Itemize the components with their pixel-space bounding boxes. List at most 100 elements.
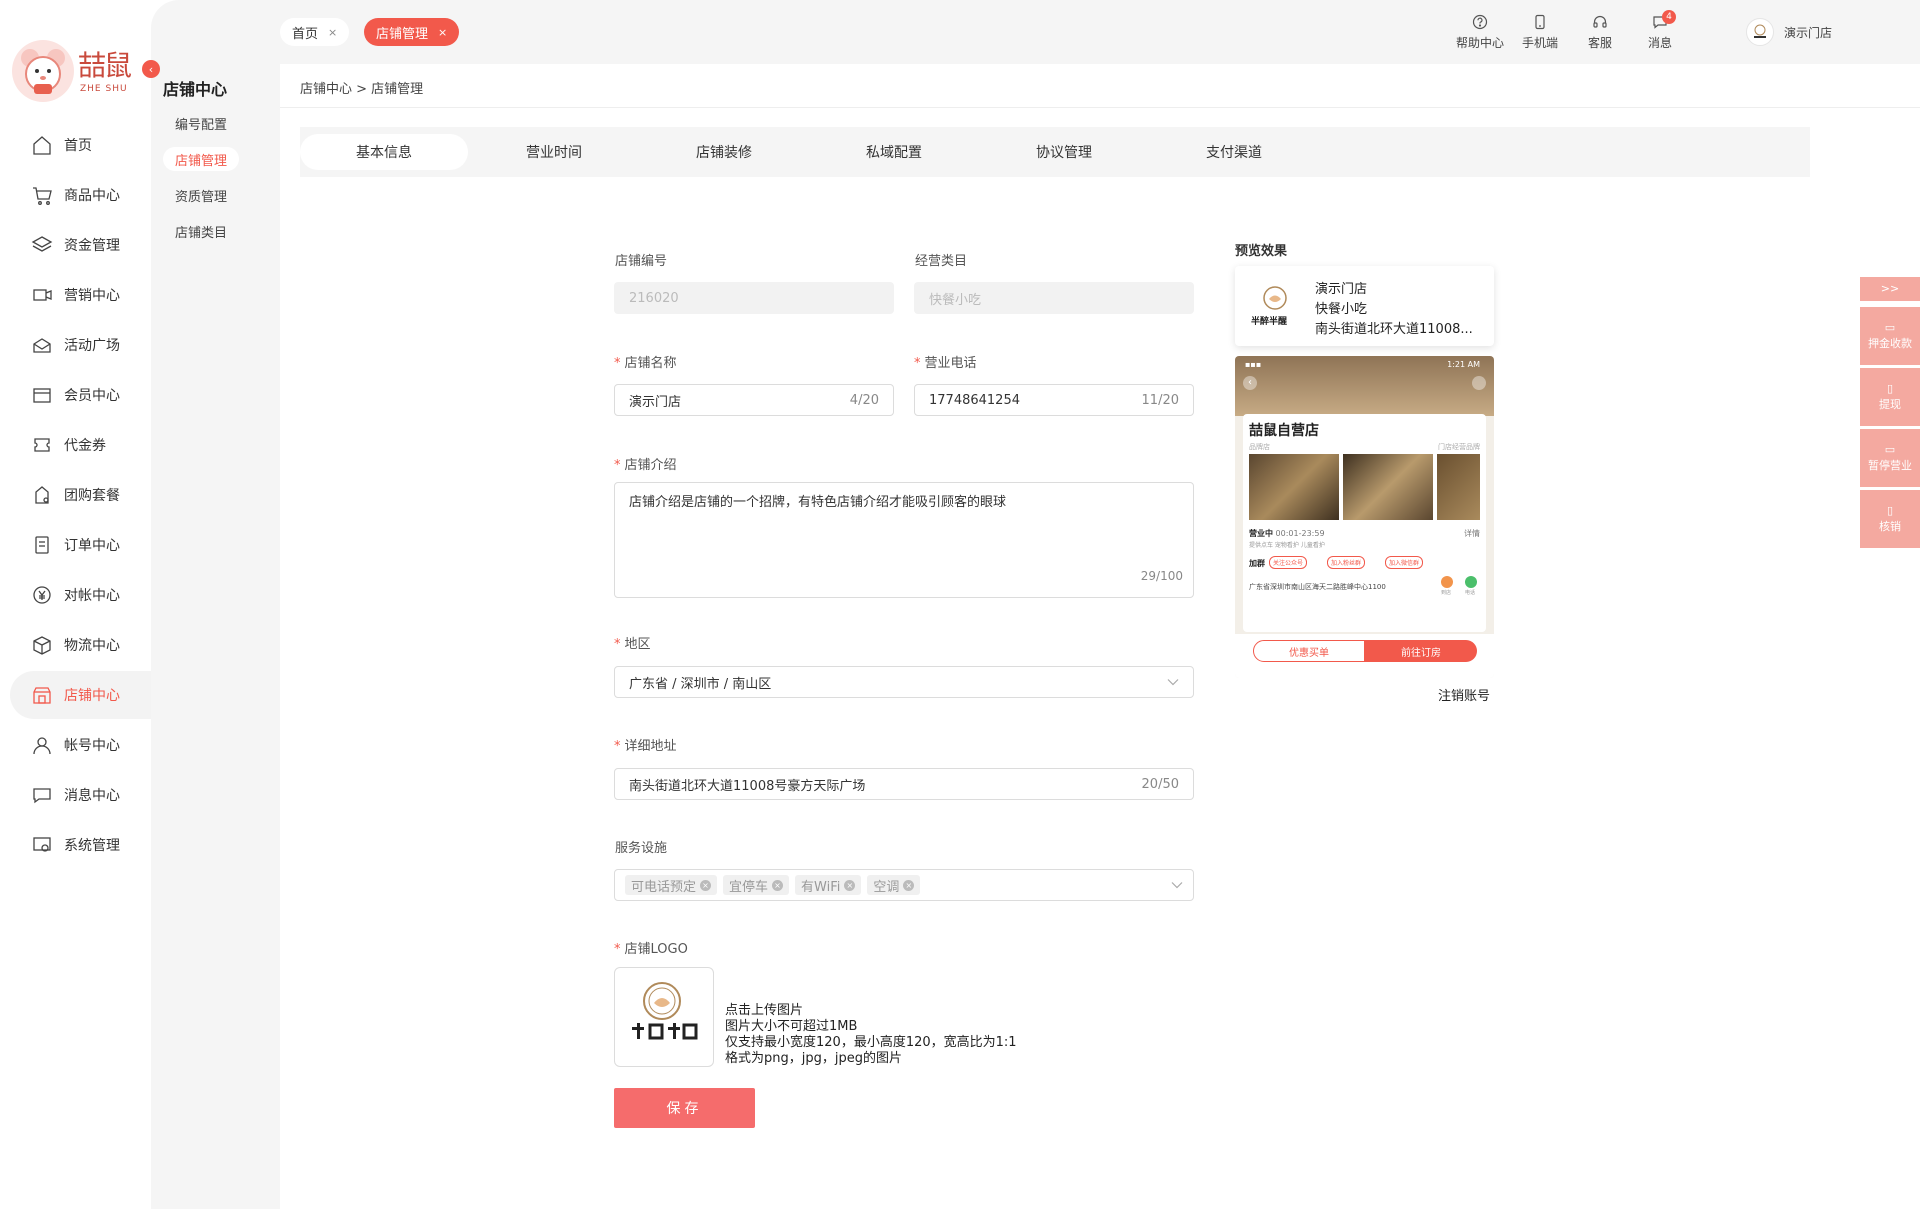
brand-logo[interactable]: 喆鼠 ZHE SHU	[12, 40, 146, 104]
submenu-item-qualification[interactable]: 资质管理	[163, 183, 239, 207]
store-info-card: 喆鼠自营店 品牌店 门店经营品牌 营业中 00:01-23:59 详情 提供点车…	[1243, 414, 1486, 632]
customer-service-button[interactable]: 客服	[1570, 12, 1630, 52]
store-no-value: 216020	[629, 290, 679, 306]
float-pause-button[interactable]: ▭ 暂停营业	[1860, 429, 1920, 487]
logo-upload[interactable]	[614, 967, 714, 1067]
float-deposit-button[interactable]: ▭ 押金收款	[1860, 307, 1920, 365]
tab-store-decoration[interactable]: 店铺装修	[640, 134, 808, 170]
required-mark: *	[614, 739, 621, 754]
close-icon[interactable]: ×	[772, 879, 784, 891]
user-menu[interactable]: 演示门店	[1746, 18, 1832, 46]
float-expand-button[interactable]: >>	[1860, 277, 1920, 301]
store-no-field: 216020	[614, 282, 894, 314]
sidebar-item-system[interactable]: 系统管理	[10, 821, 151, 869]
tab-payment-channels[interactable]: 支付渠道	[1150, 134, 1318, 170]
close-icon[interactable]: ×	[328, 26, 337, 39]
box-icon	[30, 633, 54, 657]
save-button[interactable]: 保存	[614, 1088, 755, 1128]
sidebar-item-members[interactable]: 会员中心	[10, 371, 151, 419]
required-mark: *	[914, 356, 921, 371]
coupon-icon	[30, 433, 54, 457]
logo-text: 喆鼠	[78, 49, 132, 82]
submenu-item-store-manage[interactable]: 店铺管理	[163, 147, 239, 171]
activity-icon	[30, 333, 54, 357]
mobile-icon	[1530, 12, 1550, 32]
mobile-button[interactable]: 手机端	[1510, 12, 1570, 52]
marketing-icon	[30, 283, 54, 307]
chevron-down-icon	[1167, 675, 1179, 689]
follow-label: 加群	[1249, 559, 1265, 568]
facilities-select[interactable]: 可电话预定 × 宜停车 × 有WiFi × 空调 ×	[614, 869, 1194, 901]
follow-tag: 加入微信群	[1385, 556, 1424, 569]
chevron-left-icon[interactable]: ‹	[142, 60, 160, 78]
messages-button[interactable]: 4 消息	[1630, 10, 1690, 52]
sidebar-item-logistics[interactable]: 物流中心	[10, 621, 151, 669]
tab-store-manage[interactable]: 店铺管理 ×	[364, 18, 460, 46]
open-status-text: 营业中	[1249, 529, 1273, 538]
preview-card: 半醉半醒 演示门店 快餐小吃 南头街道北环大道11008...	[1235, 266, 1494, 346]
float-withdraw-button[interactable]: ▯ 提现	[1860, 368, 1920, 426]
preview-logo-text: 半醉半醒	[1251, 317, 1288, 327]
intro-count: 29/100	[1140, 569, 1183, 583]
sidebar-item-funds[interactable]: 资金管理	[10, 221, 151, 269]
phone-input[interactable]: 17748641254 11/20	[914, 384, 1194, 416]
tab-private-config[interactable]: 私域配置	[810, 134, 978, 170]
address-label: * 详细地址	[614, 735, 677, 754]
layers-icon	[30, 233, 54, 257]
preview-store-name: 演示门店	[1315, 282, 1368, 297]
sidebar-item-group-buy[interactable]: 团购套餐	[10, 471, 151, 519]
sidebar-item-label: 会员中心	[64, 388, 120, 404]
back-icon: ‹	[1243, 376, 1257, 390]
region-select[interactable]: 广东省 / 深圳市 / 南山区	[614, 666, 1194, 698]
sidebar-item-reconciliation[interactable]: 对帐中心	[10, 571, 151, 619]
call-icon	[1465, 576, 1477, 588]
navigate-label: 到店	[1441, 590, 1452, 596]
sidebar-item-label: 系统管理	[64, 838, 120, 854]
tab-basic-info[interactable]: 基本信息	[300, 134, 468, 170]
store-name-input[interactable]: 演示门店 4/20	[614, 384, 894, 416]
sidebar-item-label: 首页	[64, 138, 92, 154]
submenu-item-number-config[interactable]: 编号配置	[163, 111, 239, 135]
sidebar-item-messages[interactable]: 消息中心	[10, 771, 151, 819]
detail-link: 详情	[1464, 529, 1480, 538]
left-sidebar: 喆鼠 ZHE SHU 首页商品中心 资金管理 营销中心 活动广场会员中心代金券 团购套餐…	[0, 0, 151, 1209]
tab-agreements[interactable]: 协议管理	[980, 134, 1148, 170]
store-icon	[30, 683, 54, 707]
required-mark: *	[614, 637, 621, 652]
logo-label-text: 店铺LOGO	[624, 942, 688, 957]
cancel-account-link[interactable]: 注销账号	[1438, 685, 1490, 704]
sidebar-item-account[interactable]: 帐号中心	[10, 721, 151, 769]
close-icon[interactable]: ×	[700, 879, 712, 891]
region-label-text: 地区	[624, 637, 651, 652]
sidebar-item-products[interactable]: 商品中心	[10, 171, 151, 219]
franchise-tag: 门店经营品牌	[1438, 443, 1480, 451]
sidebar-item-home[interactable]: 首页	[10, 121, 151, 169]
phone-address: 广东省深圳市南山区海天二路胜峰中心1100	[1249, 583, 1386, 591]
facility-tag: 有WiFi ×	[795, 875, 862, 895]
float-verify-button[interactable]: ▯ 核销	[1860, 490, 1920, 548]
submenu-item-store-category[interactable]: 店铺类目	[163, 219, 239, 243]
address-value: 南头街道北环大道11008号豪方天际广场	[629, 778, 866, 794]
tab-home[interactable]: 首页 ×	[280, 18, 350, 46]
help-center-button[interactable]: 帮助中心	[1450, 12, 1510, 52]
sidebar-item-marketing[interactable]: 营销中心	[10, 271, 151, 319]
hours-text: 00:01-23:59	[1275, 529, 1325, 538]
help-icon	[1470, 12, 1490, 32]
sidebar-item-activity[interactable]: 活动广场	[10, 321, 151, 369]
sidebar-item-coupons[interactable]: 代金券	[10, 421, 151, 469]
intro-textarea[interactable]: 店铺介绍是店铺的一个招牌，有特色店铺介绍才能吸引顾客的眼球 29/100	[614, 482, 1194, 598]
sidebar-item-store[interactable]: 店铺中心	[10, 671, 151, 719]
pay-button: 优惠买单	[1253, 640, 1365, 662]
close-icon[interactable]: ×	[844, 879, 856, 891]
close-icon[interactable]: ×	[438, 26, 447, 39]
address-input[interactable]: 南头街道北环大道11008号豪方天际广场 20/50	[614, 768, 1194, 800]
phone-label: * 营业电话	[914, 352, 977, 371]
sidebar-item-orders[interactable]: 订单中心	[10, 521, 151, 569]
order-icon	[30, 533, 54, 557]
intro-label-text: 店铺介绍	[624, 458, 677, 473]
facility-tag-label: 有WiFi	[801, 879, 841, 895]
verify-icon: ▯	[1886, 504, 1894, 517]
tab-business-hours[interactable]: 营业时间	[470, 134, 638, 170]
submenu-title: 店铺中心	[163, 80, 228, 99]
close-icon[interactable]: ×	[903, 879, 915, 891]
